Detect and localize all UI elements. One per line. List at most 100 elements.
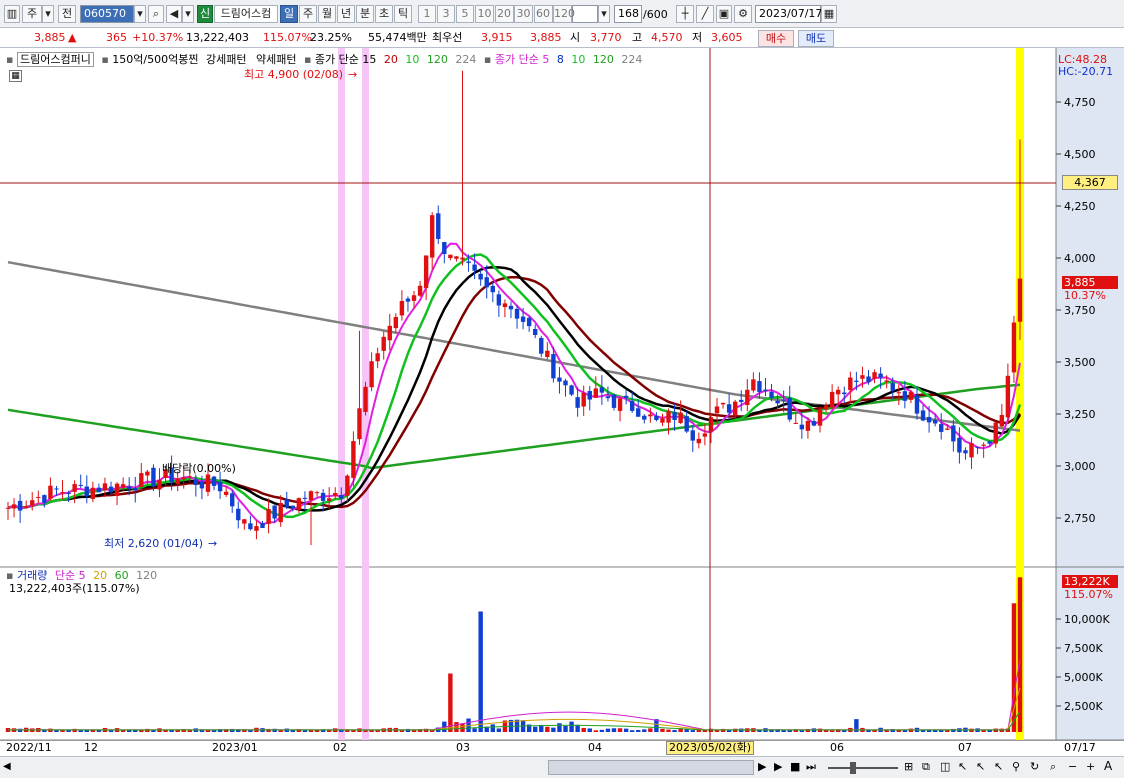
stop-icon[interactable]: ■: [790, 760, 800, 773]
search-icon[interactable]: ⌕: [148, 5, 164, 23]
cursor-icon-2[interactable]: ↖: [976, 760, 985, 773]
interval-button-3[interactable]: 10: [475, 5, 494, 23]
high-price: 4,570: [651, 31, 683, 44]
candle-body: [963, 450, 968, 454]
sell-button[interactable]: 매도: [798, 30, 834, 47]
buy-button[interactable]: 매수: [758, 30, 794, 47]
period-button-5[interactable]: 초: [375, 5, 393, 23]
price-tick-label: 3,750: [1064, 304, 1096, 317]
period-button-0[interactable]: 일: [280, 5, 298, 23]
price-tick-label: 4,750: [1064, 96, 1096, 109]
calendar-icon[interactable]: ▦: [821, 5, 837, 23]
refresh-icon[interactable]: ↻: [1030, 760, 1039, 773]
magnifier-icon[interactable]: ⌕: [1050, 760, 1056, 774]
candle-body: [969, 443, 974, 458]
candle-type-icon[interactable]: ┼: [676, 5, 694, 23]
chevron-down-icon[interactable]: ▾: [598, 5, 610, 23]
candle-body: [514, 308, 520, 319]
time-tick-label: 07: [958, 741, 972, 754]
bar-count-input[interactable]: 168: [614, 5, 642, 23]
volume-bar: [290, 730, 296, 732]
period-button-1[interactable]: 주: [299, 5, 317, 23]
candle-body: [339, 495, 344, 499]
interval-button-1[interactable]: 3: [437, 5, 455, 23]
volume-bar: [84, 730, 89, 732]
candle-body: [945, 428, 950, 430]
candle-body: [5, 507, 11, 509]
chart-menu-icon[interactable]: ▥: [4, 5, 20, 23]
table-icon[interactable]: ▦: [9, 70, 22, 82]
candle-body: [563, 380, 568, 386]
low-label: 저: [692, 31, 703, 44]
candle-body: [314, 492, 320, 494]
candle-body: [551, 354, 556, 379]
chevron-down-icon[interactable]: ▾: [42, 5, 54, 23]
date-input[interactable]: 2023/07/17: [755, 5, 822, 23]
scroll-right-icon[interactable]: ▶: [758, 760, 766, 773]
volume-bar: [605, 728, 611, 732]
candle-body: [593, 388, 599, 398]
interval-button-0[interactable]: 1: [418, 5, 436, 23]
zoom-handle[interactable]: [850, 762, 856, 774]
chart-area[interactable]: 4,750 4,500 4,250 4,000 3,750 3,500 3,250 3,000…: [0, 48, 1124, 741]
stock-code-input[interactable]: 060570: [80, 5, 134, 23]
candle-body: [223, 491, 229, 495]
candle-body: [405, 298, 411, 302]
trade-amount: 55,474백만: [368, 31, 427, 44]
volume-bar: [411, 730, 417, 732]
interval-button-4[interactable]: 20: [494, 5, 514, 23]
candle-body: [60, 492, 65, 494]
scroll-left-icon[interactable]: ◀: [3, 761, 13, 775]
zoom-slider[interactable]: [828, 767, 898, 769]
drawing-tool-icon[interactable]: ╱: [696, 5, 714, 23]
candle-body: [539, 337, 544, 354]
volume-bar: [533, 726, 538, 732]
cursor-icon[interactable]: ↖: [958, 760, 967, 773]
ma-224b: 224: [621, 53, 643, 66]
volume-percent: 115.07%: [263, 31, 312, 44]
market-select-1[interactable]: 주: [22, 5, 42, 23]
candle-body: [708, 417, 714, 432]
cursor-icon-3[interactable]: ↖: [994, 760, 1003, 773]
gear-icon[interactable]: ⚙: [734, 5, 752, 23]
link-icon[interactable]: ⚲: [1012, 760, 1020, 773]
zoom-out-icon[interactable]: −: [1068, 760, 1077, 773]
interval-button-6[interactable]: 60: [533, 5, 553, 23]
interval-input[interactable]: [572, 5, 598, 23]
chevron-down-icon[interactable]: ▾: [134, 5, 146, 23]
copy-icon[interactable]: ⧉: [922, 760, 930, 774]
chevron-down-icon[interactable]: ▾: [182, 5, 194, 23]
play-icon[interactable]: ▶: [774, 760, 782, 773]
scroll-toolbar: ◀ ▶ ▶ ■ ⏭ ⊞ ⧉ ◫ ↖ ↖ ↖ ⚲ ↻ ⌕ − + A: [0, 756, 1124, 778]
zoom-tools-icon[interactable]: ⊞: [904, 760, 913, 773]
candle-body: [90, 487, 96, 499]
interval-button-7[interactable]: 120: [553, 5, 575, 23]
fast-forward-icon[interactable]: ⏭: [806, 760, 816, 774]
candle-body: [520, 316, 526, 322]
ma-10b: 10: [571, 53, 586, 66]
period-button-4[interactable]: 분: [356, 5, 374, 23]
save-icon[interactable]: ▣: [716, 5, 732, 23]
price-tick-label: 2,750: [1064, 512, 1096, 525]
font-size-icon[interactable]: A: [1104, 759, 1112, 773]
candle-body: [102, 483, 108, 491]
speaker-icon[interactable]: ◀: [166, 5, 182, 23]
price-tick-label: 3,250: [1064, 408, 1096, 421]
period-button-2[interactable]: 월: [318, 5, 336, 23]
stock-legend[interactable]: 드림어스컴퍼니: [16, 52, 94, 67]
pin-icon[interactable]: ◫: [940, 760, 950, 773]
price-chart[interactable]: 4,750 4,500 4,250 4,000 3,750 3,500 3,250 3,000…: [0, 48, 1124, 741]
volume-bar: [557, 723, 562, 732]
period-button-3[interactable]: 년: [337, 5, 355, 23]
candle-body: [575, 397, 580, 408]
candle-body: [714, 406, 720, 414]
zoom-in-icon[interactable]: +: [1086, 760, 1095, 773]
market-select-2[interactable]: 전: [58, 5, 76, 23]
interval-button-5[interactable]: 30: [514, 5, 533, 23]
strong-pattern: 강세패턴: [205, 53, 247, 66]
candle-body: [599, 387, 605, 393]
candle-body: [308, 491, 314, 501]
interval-button-2[interactable]: 5: [456, 5, 474, 23]
scroll-thumb[interactable]: [548, 760, 754, 775]
period-button-6[interactable]: 틱: [394, 5, 412, 23]
